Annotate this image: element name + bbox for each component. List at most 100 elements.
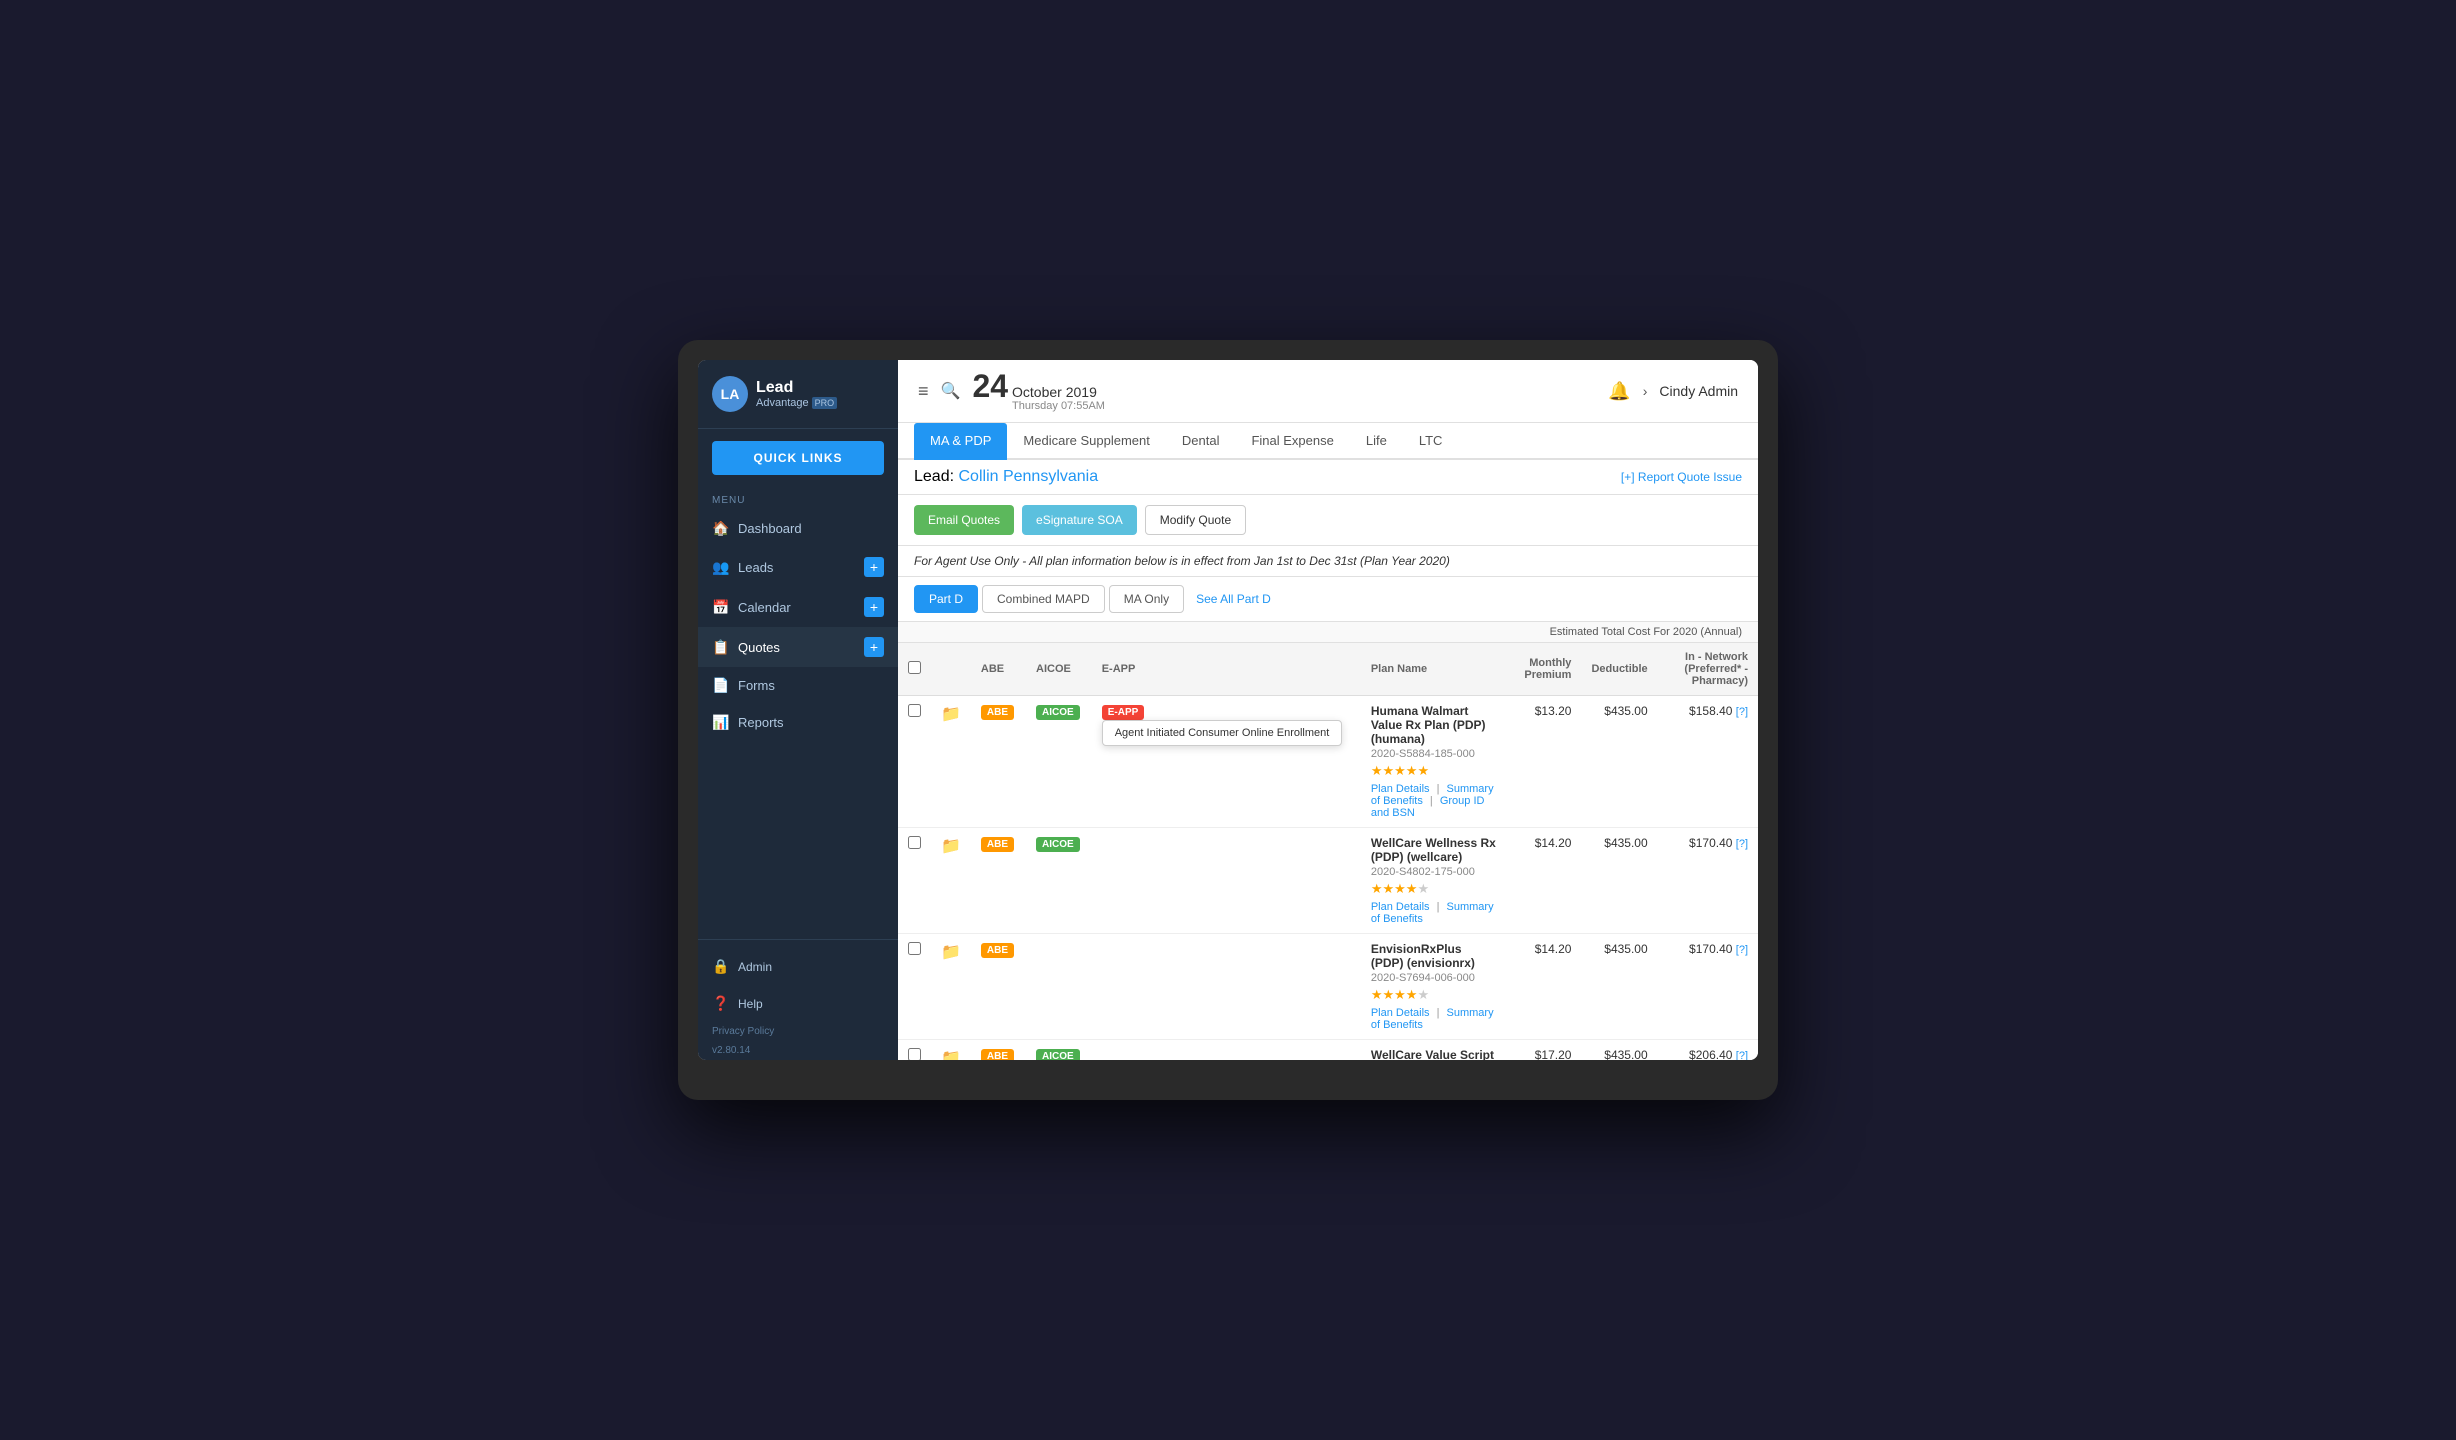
row3-plan-id: 2020-S7694-006-000 [1371,972,1496,984]
col-in-network: In - Network (Preferred* - Pharmacy) [1658,643,1758,696]
calendar-plus-button[interactable]: + [864,597,884,617]
sidebar-item-label: Reports [738,715,784,730]
row4-monthly-premium: $17.20 [1506,1040,1581,1061]
row1-checkbox[interactable] [908,704,921,717]
sidebar-item-reports[interactable]: 📊 Reports [698,704,898,741]
header-time: Thursday 07:55AM [1012,400,1105,412]
sidebar-item-quotes[interactable]: 📋 Quotes + [698,627,898,667]
sidebar-item-help[interactable]: ❓ Help [698,985,898,1022]
menu-label: MENU [698,487,898,510]
col-abe: ABE [971,643,1026,696]
row3-plan-cell: EnvisionRxPlus (PDP) (envisionrx) 2020-S… [1361,934,1506,1040]
tab-ma-pdp[interactable]: MA & PDP [914,423,1007,460]
row4-checkbox[interactable] [908,1048,921,1060]
sub-tab-combined-mapd[interactable]: Combined MAPD [982,585,1105,613]
estimate-header: Estimated Total Cost For 2020 (Annual) [898,622,1758,643]
sub-tab-part-d[interactable]: Part D [914,585,978,613]
email-quotes-button[interactable]: Email Quotes [914,505,1014,535]
logo-icon: LA [712,376,748,412]
row2-plan-id: 2020-S4802-175-000 [1371,866,1496,878]
row4-folder-icon[interactable]: 📁 [941,1050,961,1060]
row4-plan-cell: WellCare Value Script (PDP) (wellcare) 2… [1361,1040,1506,1061]
row1-monthly-premium: $13.20 [1506,696,1581,828]
sidebar-item-label: Forms [738,678,775,693]
menu-icon[interactable]: ≡ [918,381,929,402]
eapp-tooltip: Agent Initiated Consumer Online Enrollme… [1102,720,1343,746]
sidebar-item-label: Quotes [738,640,780,655]
privacy-policy-link[interactable]: Privacy Policy [698,1022,898,1041]
row3-plan-details-link[interactable]: Plan Details [1371,1007,1430,1019]
row2-question-mark[interactable]: [?] [1736,838,1748,850]
header-month-year: October 2019 Thursday 07:55AM [1012,384,1105,412]
modify-quote-button[interactable]: Modify Quote [1145,505,1246,535]
leads-plus-button[interactable]: + [864,557,884,577]
sidebar-item-admin[interactable]: 🔒 Admin [698,948,898,985]
row1-folder-cell: 📁 [931,696,971,828]
quick-links-button[interactable]: QUICK LINKS [712,441,884,475]
row2-checkbox[interactable] [908,836,921,849]
row1-checkbox-cell [898,696,931,828]
lead-bar: Lead: Collin Pennsylvania [+] Report Quo… [898,460,1758,495]
row1-folder-icon[interactable]: 📁 [941,706,961,723]
quotes-plus-button[interactable]: + [864,637,884,657]
row3-checkbox[interactable] [908,942,921,955]
row2-checkbox-cell [898,828,931,934]
row4-question-mark[interactable]: [?] [1736,1050,1748,1060]
lead-name-link[interactable]: Collin Pennsylvania [959,468,1099,485]
col-monthly-premium: Monthly Premium [1506,643,1581,696]
row3-abe-badge: ABE [981,943,1014,958]
tab-dental[interactable]: Dental [1166,423,1236,460]
row4-abe-cell: ABE [971,1040,1026,1061]
col-eapp: E-APP [1092,643,1361,696]
tab-medicare-supplement[interactable]: Medicare Supplement [1007,423,1165,460]
row3-folder-icon[interactable]: 📁 [941,944,961,961]
sidebar-item-label: Leads [738,560,773,575]
row1-plan-details-link[interactable]: Plan Details [1371,783,1430,795]
content-area: MA & PDP Medicare Supplement Dental Fina… [898,423,1758,1060]
row2-folder-icon[interactable]: 📁 [941,838,961,855]
logo-lead: Lead [756,378,837,397]
row3-question-mark[interactable]: [?] [1736,944,1748,956]
bell-icon[interactable]: 🔔 [1608,381,1630,402]
sidebar: LA Lead Advantage PRO QUICK LINKS MENU 🏠… [698,360,898,1060]
user-name[interactable]: Cindy Admin [1659,383,1738,399]
report-quote-issue-link[interactable]: [+] Report Quote Issue [1621,470,1742,484]
col-plan-name: Plan Name [1361,643,1506,696]
table-body: 📁 ABE AICOE E-APP Agent Initiated Consum… [898,696,1758,1061]
sub-tabs: Part D Combined MAPD MA Only See All Par… [898,577,1758,622]
row1-eapp-badge[interactable]: E-APP [1102,705,1145,720]
row2-plan-details-link[interactable]: Plan Details [1371,901,1430,913]
sidebar-item-leads[interactable]: 👥 Leads + [698,547,898,587]
app-container: LA Lead Advantage PRO QUICK LINKS MENU 🏠… [698,360,1758,1060]
tab-life[interactable]: Life [1350,423,1403,460]
header-date: 24 October 2019 Thursday 07:55AM [972,370,1105,412]
tab-ltc[interactable]: LTC [1403,423,1459,460]
select-all-checkbox[interactable] [908,661,921,674]
row1-question-mark[interactable]: [?] [1736,706,1748,718]
sub-tab-ma-only[interactable]: MA Only [1109,585,1184,613]
sidebar-item-label: Dashboard [738,521,802,536]
row2-plan-links: Plan Details | Summary of Benefits [1371,901,1496,925]
chevron-right-icon: › [1643,383,1648,399]
row2-aicoe-badge: AICOE [1036,837,1080,852]
search-icon[interactable]: 🔍 [941,381,961,401]
row4-folder-cell: 📁 [931,1040,971,1061]
row3-abe-cell: ABE [971,934,1026,1040]
sidebar-item-calendar[interactable]: 📅 Calendar + [698,587,898,627]
col-checkbox [898,643,931,696]
screen: LA Lead Advantage PRO QUICK LINKS MENU 🏠… [698,360,1758,1060]
row4-aicoe-cell: AICOE [1026,1040,1092,1061]
row3-deductible: $435.00 [1581,934,1657,1040]
table-row: 📁 ABE AICOE E-APP Agent Initiated Consum… [898,696,1758,828]
sidebar-item-label: Admin [738,960,772,974]
sidebar-item-dashboard[interactable]: 🏠 Dashboard [698,510,898,547]
esignature-soa-button[interactable]: eSignature SOA [1022,505,1137,535]
tab-final-expense[interactable]: Final Expense [1235,423,1349,460]
row1-eapp-cell: E-APP Agent Initiated Consumer Online En… [1092,696,1361,828]
logo-advantage: Advantage PRO [756,397,837,410]
see-all-part-d-link[interactable]: See All Part D [1188,586,1279,612]
table-header-row: ABE AICOE E-APP Plan Name Monthly Premiu… [898,643,1758,696]
row3-monthly-premium: $14.20 [1506,934,1581,1040]
row4-checkbox-cell [898,1040,931,1061]
sidebar-item-forms[interactable]: 📄 Forms [698,667,898,704]
